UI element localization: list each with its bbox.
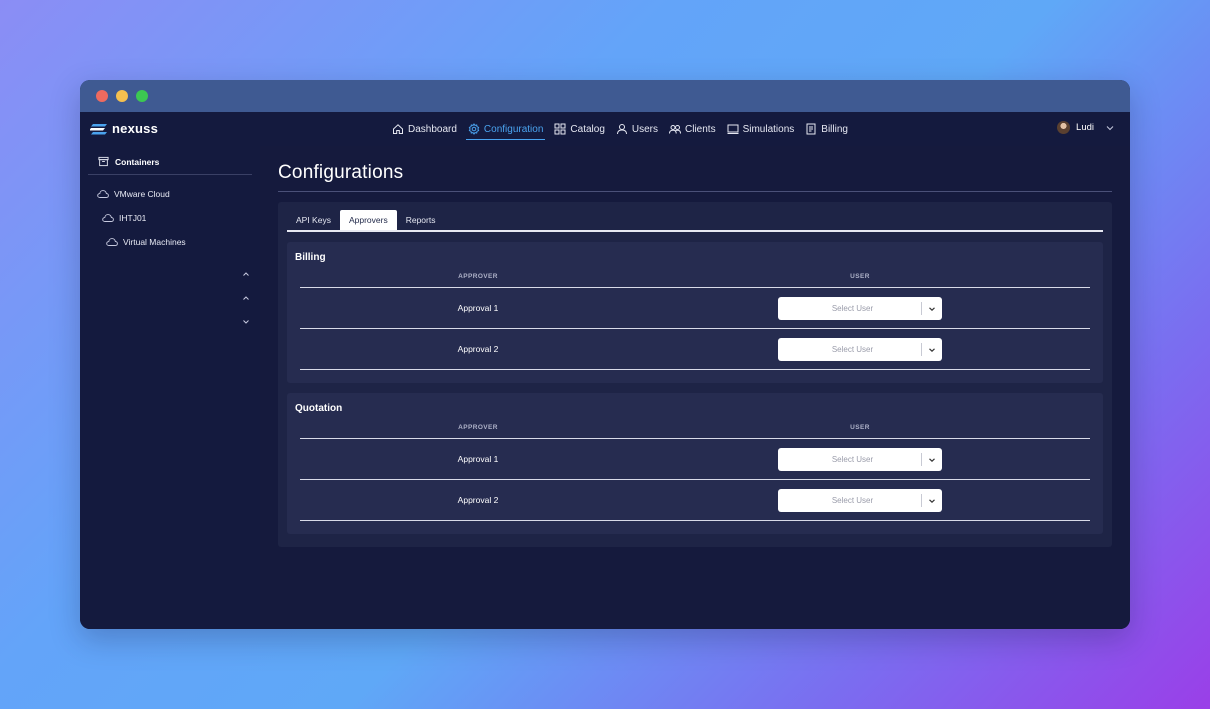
brand-name: nexuss bbox=[112, 121, 159, 136]
users-icon bbox=[669, 125, 681, 134]
grid-icon bbox=[554, 123, 566, 135]
configuration-panel: API Keys Approvers Reports Billing APPRO… bbox=[278, 202, 1112, 547]
nav-item-label: Simulations bbox=[742, 123, 795, 135]
nav-item-users[interactable]: Users bbox=[614, 112, 660, 146]
nav-item-clients[interactable]: Clients bbox=[667, 112, 718, 146]
user-name: Ludi bbox=[1076, 122, 1094, 133]
table-row: Approval 1 Select User bbox=[300, 288, 1090, 329]
chevron-up-icon[interactable] bbox=[242, 270, 250, 278]
app-window: nexuss Dashboard Configuration Catalog U… bbox=[80, 80, 1130, 629]
tree-item-vmware-cloud[interactable]: VMware Cloud bbox=[97, 189, 170, 199]
chevron-down-icon[interactable] bbox=[242, 318, 250, 326]
tree-item-label: Virtual Machines bbox=[123, 237, 186, 247]
approver-label-text: Approval 1 bbox=[457, 454, 499, 464]
nav-item-catalog[interactable]: Catalog bbox=[552, 112, 606, 146]
nav-item-label: Dashboard bbox=[408, 123, 457, 135]
sidebar-header-label: Containers bbox=[115, 156, 160, 167]
user-menu[interactable]: Ludi bbox=[1057, 121, 1114, 134]
column-header-user: USER bbox=[850, 273, 870, 280]
select-placeholder: Select User bbox=[831, 345, 874, 354]
billing-approvers-section: Billing APPROVER USER Approval 1 Select … bbox=[287, 242, 1103, 383]
nav-item-label: Catalog bbox=[570, 123, 605, 135]
document-icon bbox=[806, 123, 816, 135]
tree-item-label: VMware Cloud bbox=[114, 189, 170, 199]
select-user-dropdown[interactable]: Select User bbox=[778, 297, 942, 320]
tree-item-virtual-machines[interactable]: Virtual Machines bbox=[106, 237, 186, 247]
close-window-button[interactable] bbox=[96, 90, 108, 102]
table-row: Approval 1 Select User bbox=[300, 439, 1090, 480]
chevron-down-icon bbox=[929, 306, 935, 311]
select-placeholder: Select User bbox=[831, 455, 874, 464]
table-row: Approval 2 Select User bbox=[300, 480, 1090, 521]
approver-label-text: Approval 1 bbox=[457, 303, 499, 313]
approver-label-text: Approval 2 bbox=[457, 344, 499, 354]
select-toggle[interactable] bbox=[922, 497, 942, 505]
minimize-window-button[interactable] bbox=[116, 90, 128, 102]
nav-item-configuration[interactable]: Configuration bbox=[465, 112, 546, 146]
user-icon bbox=[616, 124, 627, 135]
table-row: Approval 2 Select User bbox=[300, 329, 1090, 370]
select-toggle[interactable] bbox=[922, 305, 942, 313]
nav-item-simulations[interactable]: Simulations bbox=[725, 112, 797, 146]
select-user-dropdown[interactable]: Select User bbox=[778, 448, 942, 471]
sidebar-header[interactable]: Containers bbox=[88, 155, 252, 175]
nexuss-logo-icon bbox=[90, 123, 107, 134]
top-navigation: nexuss Dashboard Configuration Catalog U… bbox=[80, 112, 1130, 146]
title-divider bbox=[278, 191, 1112, 192]
tree-item-ihtj01[interactable]: IHTJ01 bbox=[102, 213, 146, 223]
archive-icon bbox=[98, 156, 109, 167]
quotation-approvers-section: Quotation APPROVER USER Approval 1 Selec… bbox=[287, 393, 1103, 534]
tab-reports[interactable]: Reports bbox=[397, 210, 445, 230]
nav-item-dashboard[interactable]: Dashboard bbox=[390, 112, 459, 146]
select-user-dropdown[interactable]: Select User bbox=[778, 338, 942, 361]
chevron-down-icon bbox=[1106, 125, 1114, 130]
brand-logo[interactable]: nexuss bbox=[90, 121, 158, 136]
section-title: Quotation bbox=[295, 403, 343, 414]
tab-approvers[interactable]: Approvers bbox=[339, 210, 397, 230]
nav-item-label: Clients bbox=[685, 123, 716, 135]
nav-item-label: Users bbox=[631, 123, 658, 135]
chevron-down-icon bbox=[929, 347, 935, 352]
nav-menu: Dashboard Configuration Catalog Users Cl… bbox=[390, 112, 850, 146]
select-toggle[interactable] bbox=[922, 346, 942, 354]
column-header-approver: APPROVER bbox=[458, 273, 498, 280]
window-titlebar bbox=[80, 80, 1130, 112]
sidebar: Containers VMware Cloud IHTJ01 Virtual M… bbox=[80, 146, 260, 629]
monitor-icon bbox=[727, 124, 739, 134]
nav-item-label: Billing bbox=[821, 123, 848, 135]
nav-item-label: Configuration bbox=[483, 123, 544, 135]
maximize-window-button[interactable] bbox=[136, 90, 148, 102]
select-user-dropdown[interactable]: Select User bbox=[778, 489, 942, 512]
cloud-icon bbox=[97, 190, 109, 198]
chevron-up-icon[interactable] bbox=[242, 294, 250, 302]
select-placeholder: Select User bbox=[831, 496, 874, 505]
avatar bbox=[1057, 121, 1071, 134]
tab-api-keys[interactable]: API Keys bbox=[287, 210, 340, 230]
home-icon bbox=[393, 124, 403, 134]
select-toggle[interactable] bbox=[922, 456, 942, 464]
chevron-down-icon bbox=[929, 498, 935, 503]
tree-item-label: IHTJ01 bbox=[119, 213, 147, 223]
approver-label-text: Approval 2 bbox=[457, 495, 499, 505]
select-placeholder: Select User bbox=[831, 304, 874, 313]
main-content: Configurations API Keys Approvers Report… bbox=[260, 146, 1130, 629]
chevron-down-icon bbox=[929, 457, 935, 462]
cloud-icon bbox=[106, 238, 118, 246]
section-title: Billing bbox=[295, 252, 326, 263]
column-header-approver: APPROVER bbox=[458, 424, 498, 431]
column-header-user: USER bbox=[850, 424, 870, 431]
tab-bar: API Keys Approvers Reports bbox=[287, 210, 1103, 232]
page-title: Configurations bbox=[278, 162, 404, 183]
nav-item-billing[interactable]: Billing bbox=[803, 112, 850, 146]
gear-icon bbox=[468, 123, 480, 135]
cloud-icon bbox=[102, 214, 114, 222]
